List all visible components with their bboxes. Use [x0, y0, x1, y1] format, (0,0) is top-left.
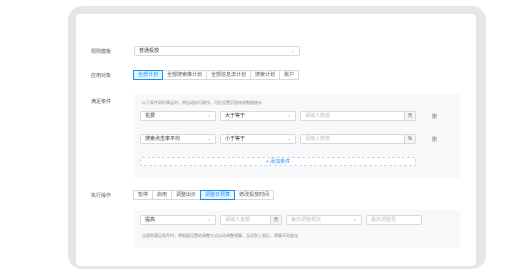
tab-modify-schedule[interactable]: 修改投放时间 [234, 190, 275, 200]
chevron-down-icon: ⌄ [206, 113, 211, 119]
frequency-placeholder: 每日调整频次 [291, 217, 322, 223]
tab-adjust-daily-budget[interactable]: 调整日预算 [200, 190, 236, 200]
action-note: 当规则满足条件时，将根据设置的调整方式自动调整预算，当达到上限后，预算不再变化 [142, 233, 298, 238]
action-label: 执行操作 [91, 193, 112, 199]
condition-operator-value: 大于等于 [225, 113, 246, 119]
chevron-down-icon: ⌄ [206, 217, 211, 223]
tab-search-plans[interactable]: 搜索计划 [250, 70, 281, 80]
delete-condition-icon[interactable]: 删 [432, 136, 437, 143]
rule-form-panel: 规则模板 普通投放 ⌄ 应用对象 全部计划 全部搜索推计划 全部信息流计划 搜索… [76, 14, 476, 266]
condition-value-placeholder: 请输入数值 [305, 136, 331, 142]
condition-unit: 元 [404, 112, 415, 120]
chevron-down-icon: ⌄ [352, 217, 357, 223]
max-limit-placeholder: 最高调整至 [371, 217, 397, 223]
condition-metric-select[interactable]: 花费 ⌄ [140, 111, 216, 121]
tab-all-feed-plans[interactable]: 全部信息流计划 [206, 70, 252, 80]
condition-unit: % [404, 135, 415, 143]
condition-metric-value: 搜索点击率平均 [145, 136, 181, 142]
adjust-type-select[interactable]: 提高 ⌄ [140, 215, 216, 225]
condition-operator-select[interactable]: 小于等于 ⌄ [220, 134, 296, 144]
tab-enable[interactable]: 启用 [152, 190, 173, 200]
tab-all-plans[interactable]: 全部计划 [133, 70, 164, 80]
condition-operator-value: 小于等于 [225, 136, 246, 142]
tab-all-search-plans[interactable]: 全部搜索推计划 [162, 70, 208, 80]
rule-template-label: 规则模板 [91, 49, 112, 55]
chevron-down-icon: ⌄ [286, 136, 291, 142]
action-box: 提高 ⌄ 请输入金额 元 每日调整频次 ⌄ 最高调整至 当规则满足条件时，将根据… [134, 210, 460, 248]
apply-object-tabs: 全部计划 全部搜索推计划 全部信息流计划 搜索计划 账户 [133, 70, 300, 80]
chevron-down-icon: ⌄ [290, 48, 295, 54]
condition-metric-value: 花费 [145, 113, 156, 119]
apply-object-label: 应用对象 [91, 73, 112, 79]
window-frame: 规则模板 普通投放 ⌄ 应用对象 全部计划 全部搜索推计划 全部信息流计划 搜索… [68, 6, 486, 269]
chevron-down-icon: ⌄ [286, 113, 291, 119]
tab-account[interactable]: 账户 [279, 70, 300, 80]
condition-value-input[interactable]: 请输入数值 元 [300, 111, 416, 121]
condition-value-input[interactable]: 请输入数值 % [300, 134, 416, 144]
adjust-type-value: 提高 [145, 217, 156, 223]
condition-label: 满足条件 [91, 99, 112, 105]
amount-placeholder: 请输入金额 [225, 217, 251, 223]
rule-template-select[interactable]: 普通投放 ⌄ [134, 46, 300, 56]
chevron-down-icon: ⌄ [206, 136, 211, 142]
condition-hint: 以下条件同时满足时，将自动执行操作，可在设置页面修改数据统计 [142, 100, 262, 105]
amount-unit: 元 [270, 216, 281, 224]
amount-input[interactable]: 请输入金额 元 [220, 215, 282, 225]
rule-template-value: 普通投放 [139, 48, 160, 54]
condition-metric-select[interactable]: 搜索点击率平均 ⌄ [140, 134, 216, 144]
max-limit-input[interactable]: 最高调整至 [366, 215, 422, 225]
add-condition-button[interactable]: + 添加条件 [140, 157, 416, 166]
tab-pause[interactable]: 暂停 [133, 190, 154, 200]
condition-box: 以下条件同时满足时，将自动执行操作，可在设置页面修改数据统计 花费 ⌄ 大于等于… [134, 94, 460, 178]
delete-condition-icon[interactable]: 删 [432, 113, 437, 120]
tab-adjust-bid[interactable]: 调整出价 [171, 190, 202, 200]
frequency-select[interactable]: 每日调整频次 ⌄ [286, 215, 362, 225]
action-tabs: 暂停 启用 调整出价 调整日预算 修改投放时间 [133, 190, 275, 200]
condition-value-placeholder: 请输入数值 [305, 113, 331, 119]
condition-operator-select[interactable]: 大于等于 ⌄ [220, 111, 296, 121]
